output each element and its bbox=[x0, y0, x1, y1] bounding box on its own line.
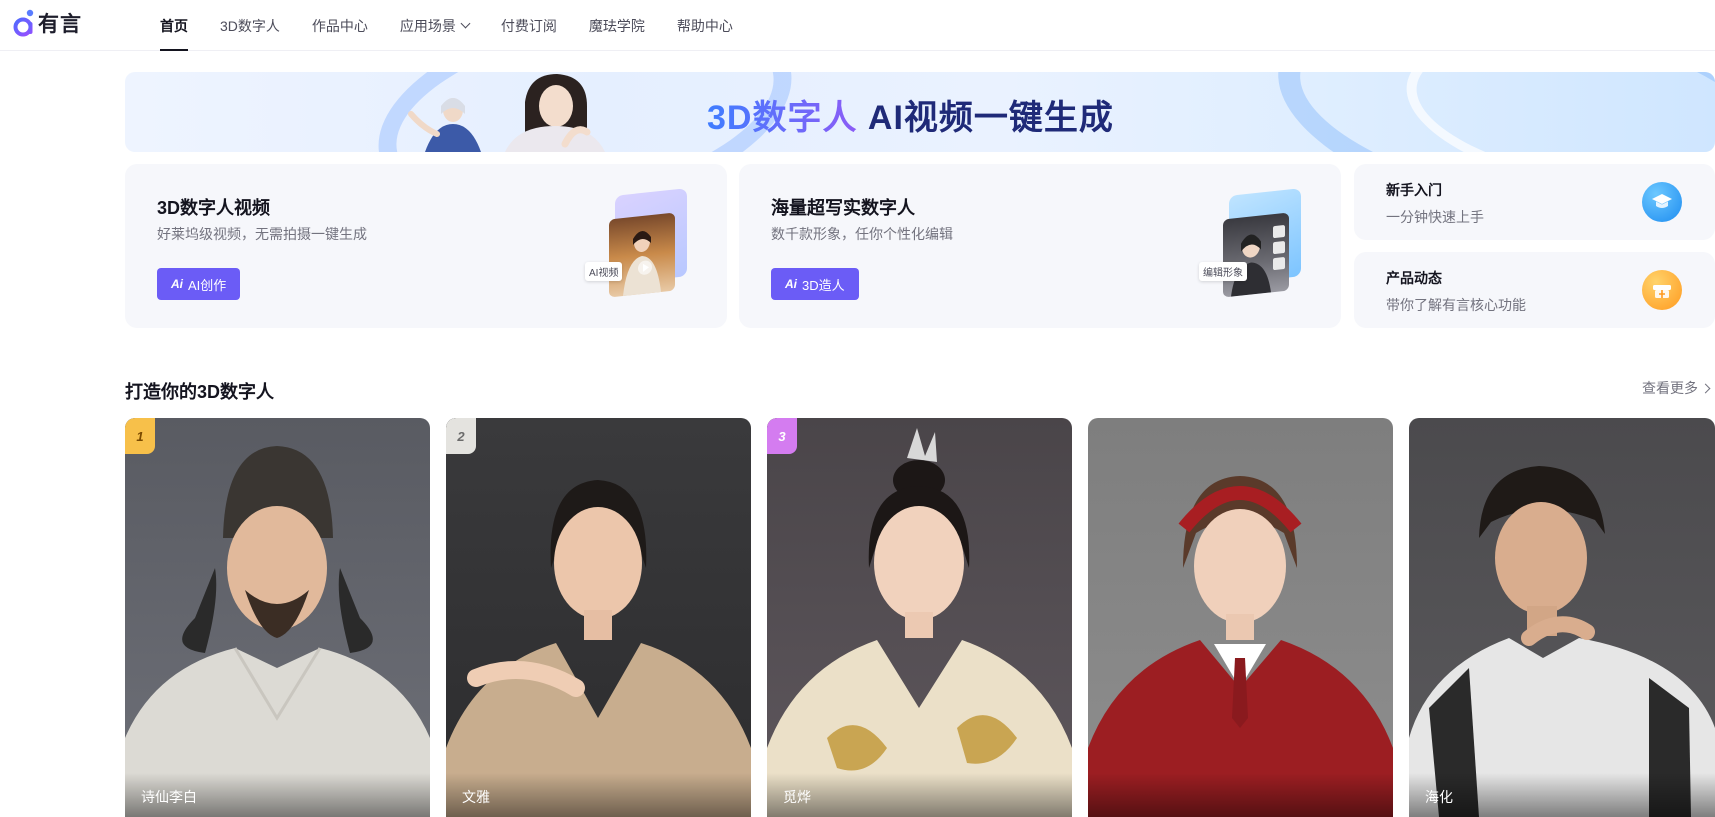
illustration-tag: AI视频 bbox=[585, 262, 623, 281]
graduation-cap-icon bbox=[1642, 182, 1682, 222]
feature-card-ai-video[interactable]: 3D数字人视频 好莱坞级视频，无需拍摄一键生成 Ai AI创作 AI视频 bbox=[125, 164, 727, 328]
avatar-name: 觅烨 bbox=[767, 773, 1072, 817]
avatar-name: 诗仙李白 bbox=[125, 773, 430, 817]
ai-icon: Ai bbox=[171, 277, 183, 291]
nav-item-3d-avatar[interactable]: 3D数字人 bbox=[220, 0, 280, 51]
avatar-name: 海化 bbox=[1409, 773, 1715, 817]
feature-card-hyperreal-avatars[interactable]: 海量超写实数字人 数千款形象，任你个性化编辑 Ai 3D造人 编辑形象 bbox=[739, 164, 1341, 328]
logo-mark-icon bbox=[12, 8, 36, 38]
nav-item-works[interactable]: 作品中心 bbox=[312, 0, 368, 51]
avatar-portrait bbox=[1088, 418, 1393, 817]
logo-text: 有言 bbox=[38, 13, 82, 36]
video-thumbnail-illustration bbox=[609, 212, 675, 298]
chevron-right-icon bbox=[1700, 383, 1711, 393]
nav-item-label: 帮助中心 bbox=[676, 17, 733, 34]
section-title: 打造你的3D数字人 bbox=[125, 382, 275, 402]
avatar-name bbox=[1088, 773, 1393, 817]
nav-item-academy[interactable]: 魔珐学院 bbox=[589, 0, 645, 51]
chevron-down-icon bbox=[460, 18, 471, 29]
banner-avatar-figure-2 bbox=[505, 74, 605, 152]
avatar-portrait bbox=[446, 418, 751, 817]
nav-item-label: 应用场景 bbox=[399, 17, 456, 34]
card-illustration: AI视频 bbox=[585, 188, 695, 302]
main-nav: 首页 3D数字人 作品中心 应用场景 付费订阅 魔珐学院 帮助中心 bbox=[160, 0, 765, 51]
hero-banner[interactable]: 3D数字人 AI视频一键生成 bbox=[125, 72, 1715, 152]
card-title: 3D数字人视频 bbox=[157, 198, 271, 218]
avatar-card[interactable]: 2 文雅 bbox=[446, 418, 751, 817]
nav-item-label: 魔珐学院 bbox=[588, 17, 645, 34]
avatar-portrait bbox=[1409, 418, 1715, 817]
side-card-title: 新手入门 bbox=[1386, 182, 1442, 198]
avatar-portrait bbox=[767, 418, 1072, 817]
card-subtitle: 好莱坞级视频，无需拍摄一键生成 bbox=[157, 226, 367, 242]
nav-item-label: 作品中心 bbox=[311, 17, 368, 34]
side-card-title: 产品动态 bbox=[1386, 270, 1442, 286]
avatar-name: 文雅 bbox=[446, 773, 751, 817]
banner-swoosh-decoration bbox=[1395, 72, 1715, 152]
view-more-link[interactable]: 查看更多 bbox=[1642, 378, 1711, 398]
banner-title-highlight: 3D数字人 bbox=[707, 99, 858, 137]
avatar-card[interactable] bbox=[1088, 418, 1393, 817]
top-navigation-bar: 有言 首页 3D数字人 作品中心 应用场景 付费订阅 魔珐学院 帮助中心 bbox=[0, 0, 1715, 51]
avatar-card[interactable]: 3 觅烨 bbox=[767, 418, 1072, 817]
nav-item-label: 3D数字人 bbox=[220, 17, 280, 34]
banner-title: 3D数字人 AI视频一键生成 bbox=[707, 90, 1114, 139]
create-3d-avatar-button[interactable]: Ai 3D造人 bbox=[771, 268, 859, 300]
card-title: 海量超写实数字人 bbox=[771, 198, 915, 218]
nav-item-label: 首页 bbox=[160, 17, 188, 34]
logo[interactable]: 有言 bbox=[12, 8, 82, 38]
banner-avatar-figure-1 bbox=[408, 98, 481, 152]
illustration-tag: 编辑形象 bbox=[1199, 262, 1247, 281]
avatar-portrait bbox=[125, 418, 430, 817]
side-card-getting-started[interactable]: 新手入门 一分钟快速上手 bbox=[1354, 164, 1715, 240]
ai-create-button[interactable]: Ai AI创作 bbox=[157, 268, 241, 300]
avatar-card[interactable]: 海化 bbox=[1409, 418, 1715, 817]
avatar-editor-illustration bbox=[1223, 212, 1289, 298]
rank-badge: 1 bbox=[125, 418, 155, 454]
nav-item-scenarios[interactable]: 应用场景 bbox=[399, 0, 471, 51]
card-illustration: 编辑形象 bbox=[1199, 188, 1309, 302]
avatar-card[interactable]: 1 诗仙李白 bbox=[125, 418, 430, 817]
side-card-product-updates[interactable]: 产品动态 带你了解有言核心功能 bbox=[1354, 252, 1715, 328]
button-label: 3D造人 bbox=[802, 277, 845, 293]
rank-badge: 3 bbox=[767, 418, 797, 454]
card-subtitle: 数千款形象，任你个性化编辑 bbox=[771, 226, 953, 242]
view-more-label: 查看更多 bbox=[1642, 380, 1698, 396]
nav-item-label: 付费订阅 bbox=[500, 17, 557, 34]
gift-box-icon bbox=[1642, 270, 1682, 310]
button-label: AI创作 bbox=[188, 277, 227, 293]
nav-item-subscription[interactable]: 付费订阅 bbox=[501, 0, 557, 51]
side-card-subtitle: 一分钟快速上手 bbox=[1386, 209, 1484, 225]
nav-item-help[interactable]: 帮助中心 bbox=[677, 0, 733, 51]
side-card-subtitle: 带你了解有言核心功能 bbox=[1386, 297, 1526, 313]
nav-item-home[interactable]: 首页 bbox=[160, 0, 188, 51]
banner-title-rest: AI视频一键生成 bbox=[857, 99, 1114, 137]
ai-icon: Ai bbox=[785, 277, 797, 291]
rank-badge: 2 bbox=[446, 418, 476, 454]
